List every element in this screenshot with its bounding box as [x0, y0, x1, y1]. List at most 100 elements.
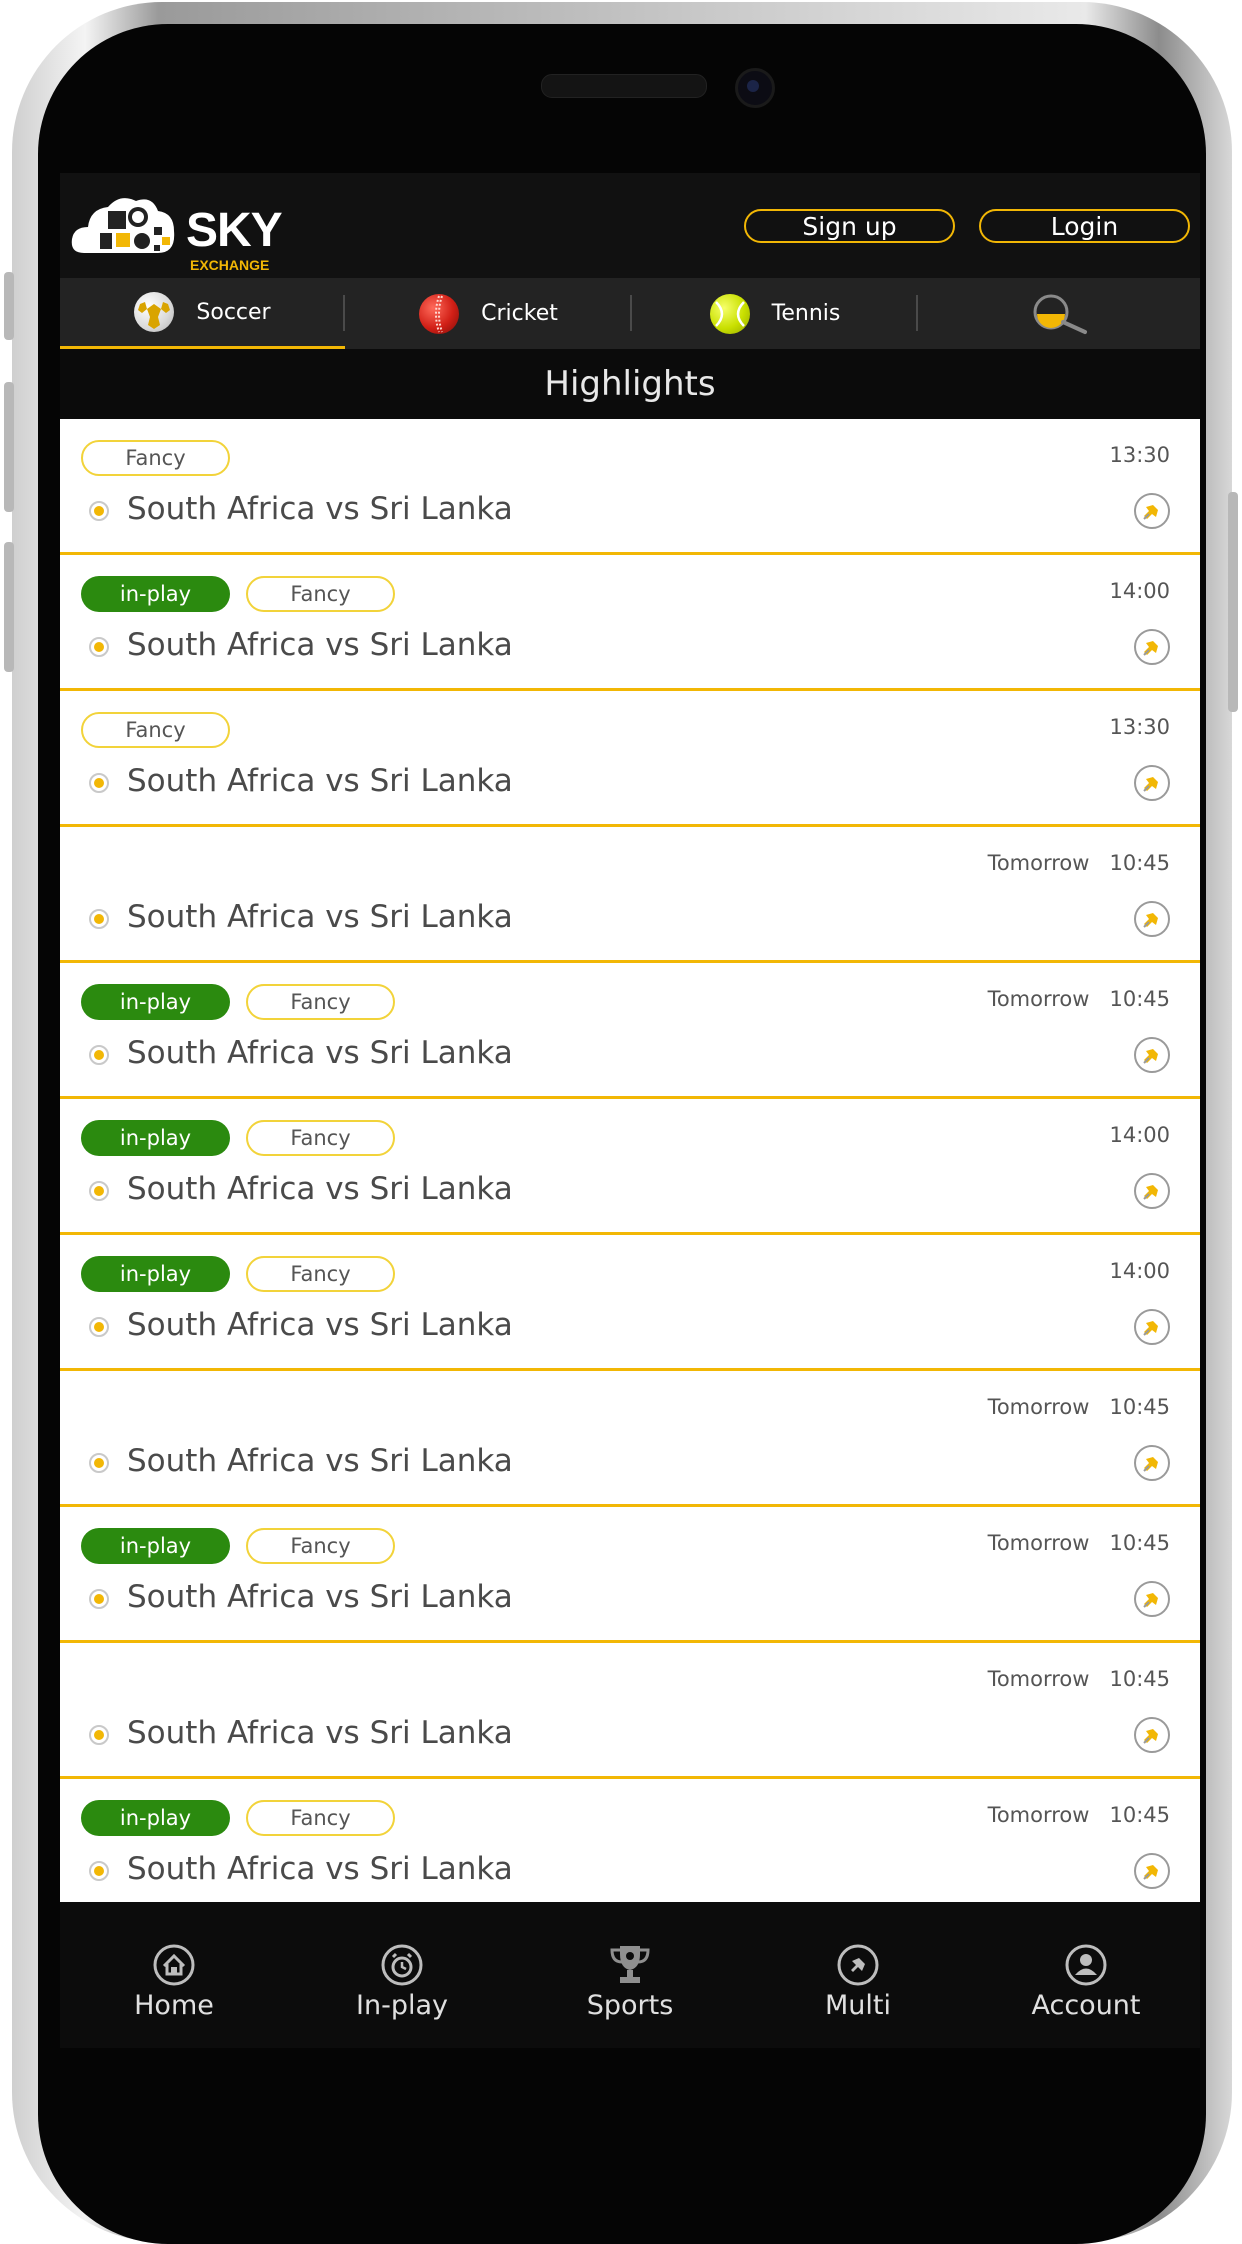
match-row[interactable]: in-play Fancy Tomorrow 10:45 South Africa v… [60, 963, 1200, 1099]
match-name[interactable]: South Africa vs Sri Lanka [127, 1171, 513, 1207]
soccer-ball-icon [134, 292, 175, 332]
alarm-clock-icon [381, 1944, 423, 1986]
match-row[interactable]: in-play Fancy 14:00 South Africa vs Sri Lan… [60, 1235, 1200, 1371]
fancy-badge: Fancy [246, 984, 395, 1020]
volume-up-button [4, 382, 14, 512]
match-row[interactable]: Tomorrow 10:45 South Africa vs Sri Lanka [60, 1643, 1200, 1779]
match-time: 14:00 [1109, 1259, 1170, 1283]
live-dot-icon [89, 637, 109, 657]
pin-icon[interactable] [1134, 1717, 1170, 1753]
phone-speaker [541, 74, 707, 98]
pin-icon[interactable] [1134, 901, 1170, 937]
sport-tabs: Soccer Cricket Tennis [60, 278, 1200, 349]
pin-icon [837, 1944, 879, 1986]
logo-subtext: EXCHANGE [190, 257, 270, 273]
in-play-badge: in-play [81, 1120, 230, 1156]
live-dot-icon [89, 1589, 109, 1609]
nav-sports[interactable]: Sports [516, 1902, 744, 2048]
match-row[interactable]: in-play Fancy 14:00 South Africa vs Sri Lan… [60, 555, 1200, 691]
pin-icon[interactable] [1134, 1309, 1170, 1345]
app-screen: SKY EXCHANGE Sign up Login Soccer Cricke… [60, 173, 1200, 2048]
match-name[interactable]: South Africa vs Sri Lanka [127, 1443, 513, 1479]
cricket-ball-icon [419, 293, 460, 334]
match-name[interactable]: South Africa vs Sri Lanka [127, 899, 513, 935]
nav-account[interactable]: Account [972, 1902, 1200, 2048]
pin-icon[interactable] [1134, 629, 1170, 665]
tab-label-soccer: Soccer [196, 299, 271, 325]
in-play-badge: in-play [81, 984, 230, 1020]
pin-icon[interactable] [1134, 1037, 1170, 1073]
match-row[interactable]: in-play Fancy Tomorrow 10:45 South Africa v… [60, 1507, 1200, 1643]
match-time: Tomorrow 10:45 [987, 1395, 1170, 1419]
match-time: Tomorrow 10:45 [987, 851, 1170, 875]
tab-label-tennis: Tennis [771, 301, 841, 326]
match-name[interactable]: South Africa vs Sri Lanka [127, 1579, 513, 1615]
match-time: 13:30 [1109, 443, 1170, 467]
match-time: Tomorrow 10:45 [987, 1803, 1170, 1827]
app-header: SKY EXCHANGE Sign up Login [60, 173, 1200, 278]
tennis-ball-icon [709, 293, 750, 334]
live-dot-icon [89, 1045, 109, 1065]
fancy-badge: Fancy [246, 576, 395, 612]
nav-home[interactable]: Home [60, 1902, 288, 2048]
live-dot-icon [89, 1861, 109, 1881]
login-button[interactable]: Login [979, 209, 1190, 243]
fancy-badge: Fancy [246, 1256, 395, 1292]
front-camera [735, 68, 775, 108]
highlights-title: Highlights [60, 349, 1200, 419]
live-dot-icon [89, 1453, 109, 1473]
tab-tennis[interactable]: Tennis [632, 278, 918, 349]
power-button [1228, 492, 1238, 712]
sky-exchange-logo[interactable]: SKY EXCHANGE [70, 187, 290, 273]
match-row[interactable]: Tomorrow 10:45 South Africa vs Sri Lanka [60, 827, 1200, 963]
fancy-badge: Fancy [81, 440, 230, 476]
match-name[interactable]: South Africa vs Sri Lanka [127, 1715, 513, 1751]
nav-label-home: Home [134, 1990, 214, 2021]
match-name[interactable]: South Africa vs Sri Lanka [127, 1307, 513, 1343]
mute-switch [4, 272, 14, 340]
match-row[interactable]: in-play Fancy Tomorrow 10:45 South Africa v… [60, 1779, 1200, 1915]
account-icon [1065, 1944, 1107, 1986]
nav-multi[interactable]: Multi [744, 1902, 972, 2048]
match-name[interactable]: South Africa vs Sri Lanka [127, 627, 513, 663]
search-icon [1033, 294, 1087, 334]
in-play-badge: in-play [81, 576, 230, 612]
fancy-badge: Fancy [246, 1528, 395, 1564]
match-row[interactable]: Fancy 13:30 South Africa vs Sri Lanka [60, 691, 1200, 827]
volume-down-button [4, 542, 14, 672]
fancy-badge: Fancy [81, 712, 230, 748]
match-row[interactable]: Fancy 13:30 South Africa vs Sri Lanka [60, 419, 1200, 555]
match-name[interactable]: South Africa vs Sri Lanka [127, 491, 513, 527]
tab-label-cricket: Cricket [481, 301, 558, 326]
nav-label-in-play: In-play [356, 1990, 448, 2021]
match-name[interactable]: South Africa vs Sri Lanka [127, 1035, 513, 1071]
pin-icon[interactable] [1134, 1853, 1170, 1889]
live-dot-icon [89, 501, 109, 521]
pin-icon[interactable] [1134, 493, 1170, 529]
nav-in-play[interactable]: In-play [288, 1902, 516, 2048]
in-play-badge: in-play [81, 1800, 230, 1836]
match-time: 14:00 [1109, 1123, 1170, 1147]
logo-cloud-icon [71, 198, 175, 253]
fancy-badge: Fancy [246, 1800, 395, 1836]
tab-soccer[interactable]: Soccer [60, 278, 345, 349]
pin-icon[interactable] [1134, 1445, 1170, 1481]
live-dot-icon [89, 909, 109, 929]
sign-up-button[interactable]: Sign up [744, 209, 955, 243]
match-time: Tomorrow 10:45 [987, 987, 1170, 1011]
match-name[interactable]: South Africa vs Sri Lanka [127, 763, 513, 799]
match-row[interactable]: Tomorrow 10:45 South Africa vs Sri Lanka [60, 1371, 1200, 1507]
tab-search[interactable] [918, 278, 1200, 349]
nav-label-multi: Multi [825, 1990, 891, 2021]
match-time: 14:00 [1109, 579, 1170, 603]
match-row[interactable]: in-play Fancy 14:00 South Africa vs Sri Lan… [60, 1099, 1200, 1235]
in-play-badge: in-play [81, 1528, 230, 1564]
in-play-badge: in-play [81, 1256, 230, 1292]
nav-label-account: Account [1031, 1990, 1141, 2021]
pin-icon[interactable] [1134, 1581, 1170, 1617]
tab-cricket[interactable]: Cricket [345, 278, 632, 349]
live-dot-icon [89, 1725, 109, 1745]
pin-icon[interactable] [1134, 765, 1170, 801]
pin-icon[interactable] [1134, 1173, 1170, 1209]
match-name[interactable]: South Africa vs Sri Lanka [127, 1851, 513, 1887]
